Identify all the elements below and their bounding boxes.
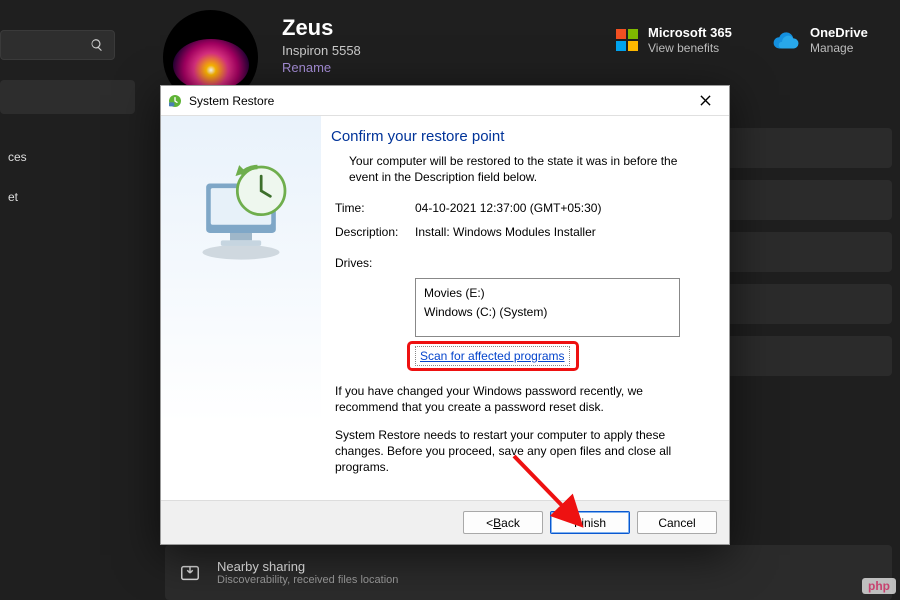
dialog-footer: < Back Finish Cancel [161, 500, 729, 544]
cancel-button[interactable]: Cancel [637, 511, 717, 534]
description-label: Description: [335, 225, 415, 239]
close-button[interactable] [687, 90, 723, 112]
sidebar-item-partial-et[interactable]: et [0, 180, 135, 214]
share-icon [179, 562, 201, 584]
dialog-intro: Your computer will be restored to the st… [349, 153, 707, 185]
drive-item: Windows (C:) (System) [424, 303, 671, 322]
ms365-tile[interactable]: Microsoft 365 View benefits [616, 25, 732, 55]
system-restore-dialog: System Restore Confirm your restore poin… [160, 85, 730, 545]
dialog-heading: Confirm your restore point [331, 128, 707, 145]
time-value: 04-10-2021 12:37:00 (GMT+05:30) [415, 201, 601, 215]
wizard-side-image [161, 116, 321, 500]
watermark: php [862, 578, 896, 594]
onedrive-sub: Manage [810, 41, 868, 55]
drives-label: Drives: [335, 256, 415, 270]
nearby-sub: Discoverability, received files location [217, 574, 398, 586]
dialog-content: Confirm your restore point Your computer… [321, 116, 729, 500]
onedrive-tile[interactable]: OneDrive Manage [772, 25, 868, 55]
ms365-title: Microsoft 365 [648, 25, 732, 41]
restart-note: System Restore needs to restart your com… [335, 427, 703, 476]
search-input[interactable] [0, 30, 115, 60]
system-restore-icon [167, 93, 183, 109]
description-value: Install: Windows Modules Installer [415, 225, 596, 239]
rename-link[interactable]: Rename [282, 60, 361, 75]
onedrive-icon [772, 31, 800, 49]
drives-listbox[interactable]: Movies (E:) Windows (C:) (System) [415, 278, 680, 336]
drive-item: Movies (E:) [424, 284, 671, 303]
finish-button[interactable]: Finish [550, 511, 630, 534]
microsoft-logo-icon [616, 29, 638, 51]
dialog-titlebar: System Restore [161, 86, 729, 116]
user-name: Zeus [282, 15, 361, 41]
ms365-sub: View benefits [648, 41, 732, 55]
back-button[interactable]: < Back [463, 511, 543, 534]
nearby-sharing-tile[interactable]: Nearby sharing Discoverability, received… [165, 545, 892, 600]
search-icon [90, 38, 104, 52]
onedrive-title: OneDrive [810, 25, 868, 41]
dialog-title: System Restore [189, 94, 687, 108]
password-note: If you have changed your Windows passwor… [335, 383, 703, 415]
scan-affected-programs-link[interactable]: Scan for affected programs [415, 346, 570, 366]
nearby-title: Nearby sharing [217, 559, 398, 574]
close-icon [700, 95, 711, 106]
sidebar-item-partial-ces[interactable]: ces [0, 140, 135, 174]
device-model: Inspiron 5558 [282, 43, 361, 58]
sidebar-item-system[interactable] [0, 80, 135, 114]
user-info: Zeus Inspiron 5558 Rename [282, 15, 361, 75]
time-label: Time: [335, 201, 415, 215]
